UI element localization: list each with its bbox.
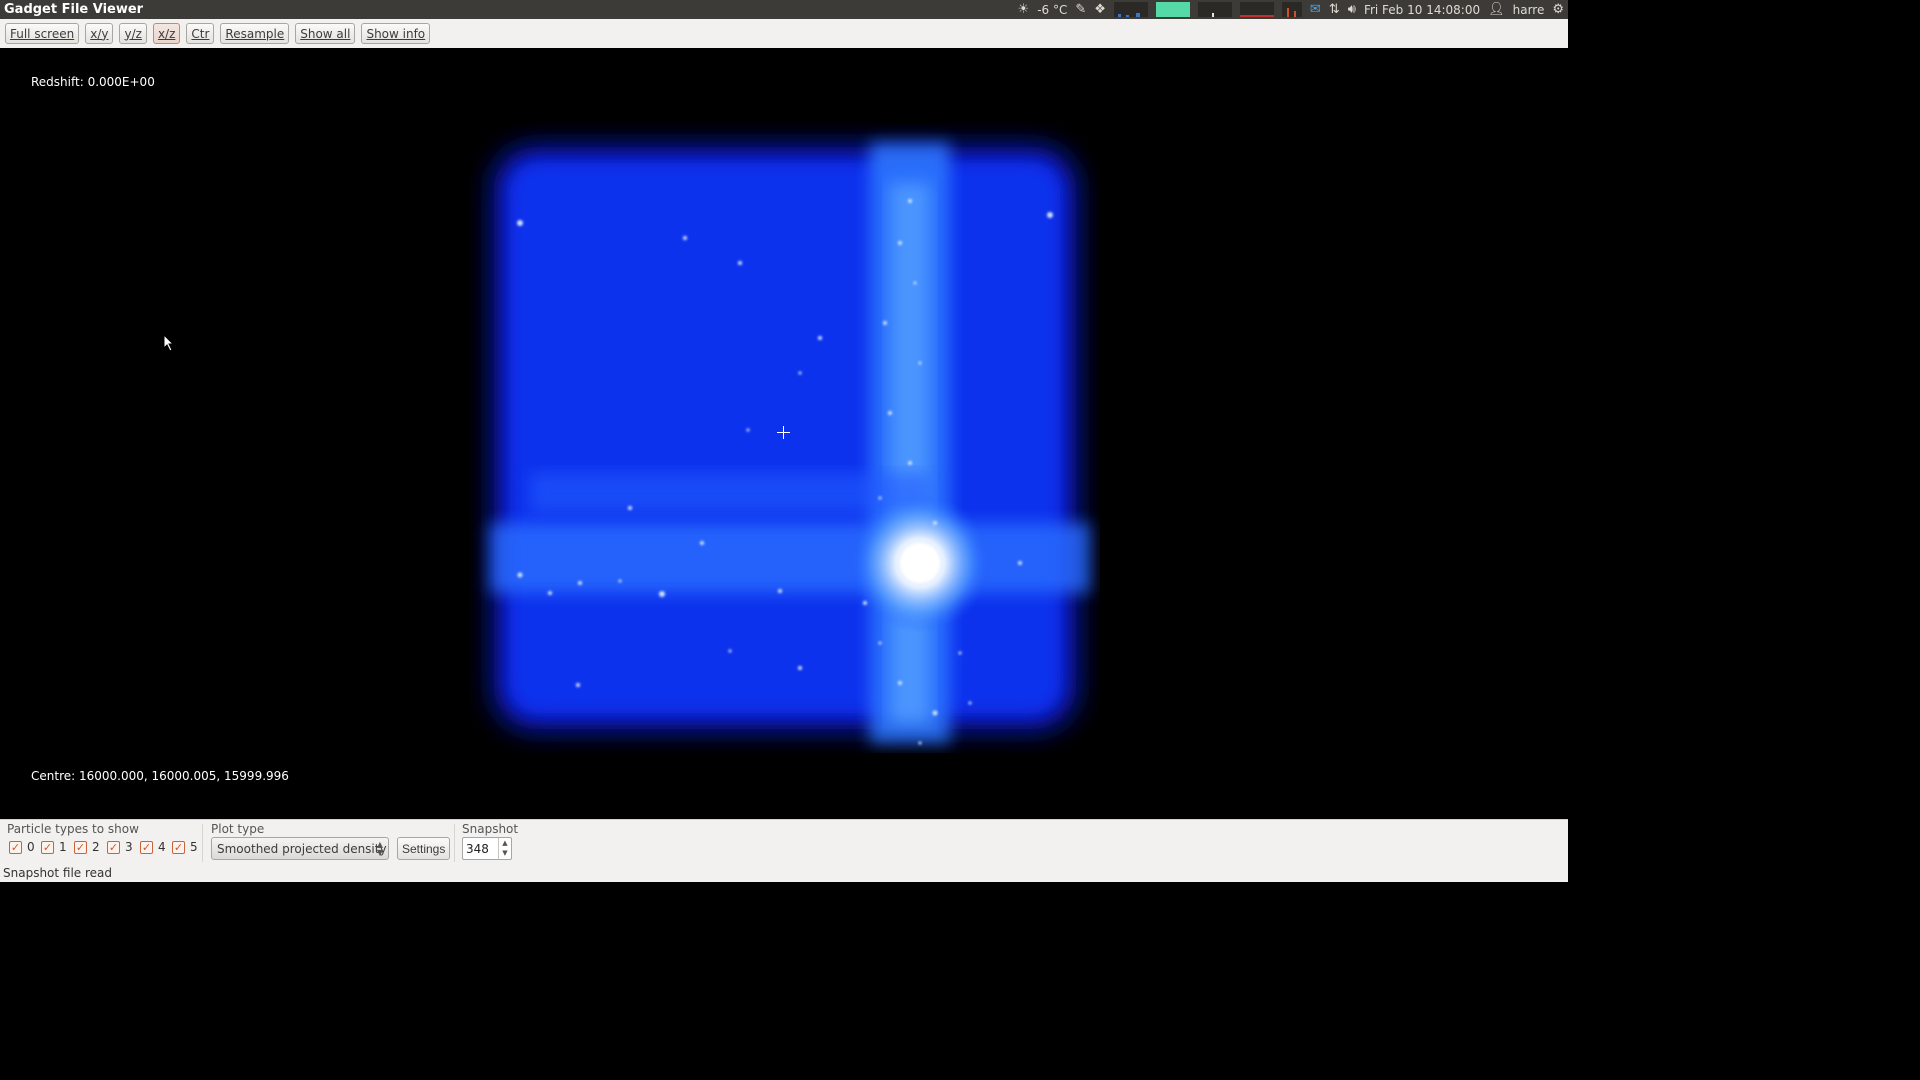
weather-icon[interactable]: ☀ [1018,0,1030,19]
clock[interactable]: Fri Feb 10 14:08:00 [1364,3,1480,17]
checkmark-icon: ✓ [9,840,22,854]
settings-button[interactable]: Settings [397,837,451,860]
plot-type-value: Smoothed projected density [217,841,387,856]
controls-panel: Particle types to show ✓ 0 ✓ 1 ✓ 2 ✓ 3 ✓… [0,819,1568,866]
separator [454,824,455,862]
load-graph[interactable] [1281,2,1302,17]
network-graph[interactable] [1197,2,1232,17]
checkmark-icon: ✓ [172,840,185,854]
show-info-button[interactable]: Show info [361,23,431,44]
particle-type-label: 0 [27,840,35,854]
gear-icon[interactable]: ⚙ [1552,0,1564,19]
checkmark-icon: ✓ [74,840,87,854]
mail-icon[interactable]: ✉ [1310,0,1321,19]
particle-type-2-checkbox[interactable]: ✓ 2 [74,840,100,854]
snapshot-spinbox[interactable]: 348 ▲ ▼ [462,837,512,860]
system-tray: ☀ -6 °C ✎ ❖ ✉ ⇅ 🔊︎ Fri Feb 10 14:08:00 👤… [1018,0,1568,19]
full-screen-button[interactable]: Full screen [5,23,80,44]
status-bar: Snapshot file read [0,865,1568,882]
particle-type-3-checkbox[interactable]: ✓ 3 [107,840,133,854]
select-arrows-icon: ▲ ▼ [376,840,383,857]
redshift-readout: Redshift: 0.000E+00 [31,75,155,89]
snapshot-value[interactable]: 348 [463,842,498,856]
particle-type-0-checkbox[interactable]: ✓ 0 [9,840,35,854]
dropbox-icon[interactable]: ❖ [1094,0,1106,19]
network-icon[interactable]: ⇅ [1329,0,1340,19]
checkmark-icon: ✓ [140,840,153,854]
yz-view-button[interactable]: y/z [119,23,147,44]
cpu-graph[interactable] [1113,2,1148,17]
user-name[interactable]: harre [1513,3,1545,17]
status-message: Snapshot file read [3,866,113,880]
show-all-button[interactable]: Show all [295,23,356,44]
crosshair [777,426,791,440]
weather-temperature[interactable]: -6 °C [1037,3,1067,17]
centre-button[interactable]: Ctr [186,23,215,44]
centre-readout: Centre: 16000.000, 16000.005, 15999.996 [31,769,289,783]
particle-type-label: 2 [92,840,100,854]
plot-type-select[interactable]: Smoothed projected density ▲ ▼ [211,837,389,860]
checkmark-icon: ✓ [41,840,54,854]
particle-type-label: 4 [158,840,166,854]
resample-button[interactable]: Resample [220,23,290,44]
separator [202,824,203,862]
top-panel: Gadget File Viewer ☀ -6 °C ✎ ❖ ✉ ⇅ 🔊︎ Fr… [0,0,1568,19]
xy-view-button[interactable]: x/y [85,23,114,44]
volume-icon[interactable]: 🔊︎ [1348,0,1356,19]
particle-type-4-checkbox[interactable]: ✓ 4 [140,840,166,854]
particle-type-label: 5 [190,840,198,854]
render-view[interactable]: Redshift: 0.000E+00 Centre: 16000.000, 1… [0,48,1568,819]
toolbar: Full screen x/y y/z x/z Ctr Resample Sho… [0,19,1568,49]
particle-types-label: Particle types to show [7,822,139,836]
user-icon[interactable]: 👤︎ [1488,0,1505,19]
particle-type-label: 1 [59,840,67,854]
plot-type-label: Plot type [211,822,265,836]
mouse-pointer-icon [163,334,175,352]
checkmark-icon: ✓ [107,840,120,854]
spin-arrows-icon[interactable]: ▲ ▼ [498,838,511,859]
app-title: Gadget File Viewer [4,2,144,17]
particle-type-1-checkbox[interactable]: ✓ 1 [41,840,67,854]
particle-type-5-checkbox[interactable]: ✓ 5 [172,840,198,854]
disk-graph[interactable] [1239,2,1274,17]
snapshot-label: Snapshot [462,822,519,836]
xz-view-button[interactable]: x/z [152,23,181,44]
memory-graph[interactable] [1155,2,1190,17]
particle-type-label: 3 [125,840,133,854]
notes-icon[interactable]: ✎ [1075,0,1086,19]
